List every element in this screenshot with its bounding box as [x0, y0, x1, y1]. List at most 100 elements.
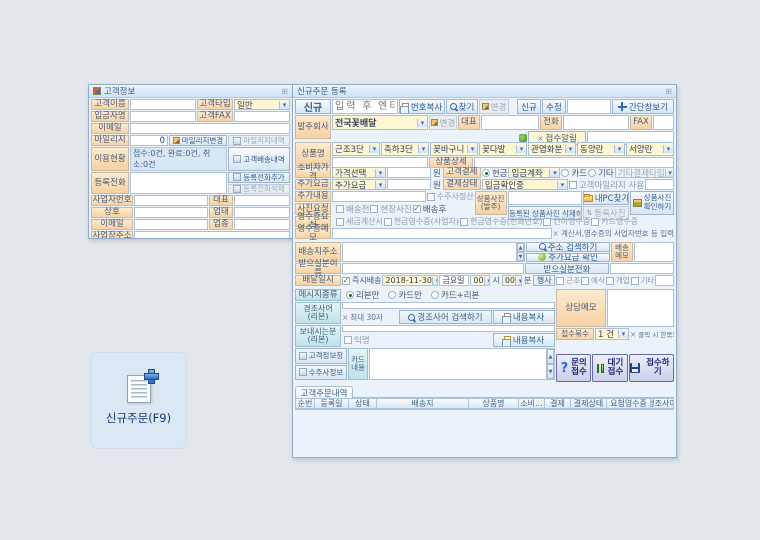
- col-receipt[interactable]: 요청영수증: [607, 398, 651, 409]
- product-select-7[interactable]: 서양란: [626, 142, 674, 156]
- col-destination[interactable]: 배송지: [377, 398, 469, 409]
- payment-status-select[interactable]: 입금확인중: [482, 179, 568, 190]
- recipient-phone-field[interactable]: [610, 263, 674, 274]
- new-order-launcher-button[interactable]: 신규주문(F9): [90, 352, 187, 449]
- event-wedding-checkbox[interactable]: 예식: [581, 275, 605, 286]
- find-button[interactable]: 찾기: [446, 99, 478, 114]
- customer-delivery-history-button[interactable]: 고객배송내역: [228, 147, 290, 171]
- product-select-4[interactable]: 꽃다발: [479, 142, 527, 156]
- email-field[interactable]: [130, 123, 290, 134]
- customer-name-field[interactable]: [130, 99, 196, 110]
- extra-charge-field[interactable]: [387, 179, 431, 190]
- hour-select[interactable]: 00: [470, 275, 490, 286]
- wait-button[interactable]: 대기 접수: [592, 354, 627, 382]
- customer-orders-tab[interactable]: 고객주문내역: [295, 386, 353, 398]
- product-select-2[interactable]: 축하3단: [381, 142, 429, 156]
- cash-receipt-biz-checkbox[interactable]: 현금영수증(사업자): [384, 216, 459, 227]
- phone-delete-button[interactable]: 등록전화삭제: [228, 184, 290, 195]
- change-button[interactable]: 변경: [479, 99, 509, 114]
- card-receipt-checkbox[interactable]: 카드영수증: [591, 216, 638, 227]
- event-button[interactable]: 행사: [533, 275, 555, 286]
- address-scrollbar[interactable]: ▲ ▼: [516, 243, 524, 261]
- mileage-use-field[interactable]: [645, 179, 674, 190]
- registered-phone-field[interactable]: [130, 172, 227, 194]
- delivery-date-select[interactable]: 2018-11-30: [382, 275, 438, 286]
- business-type-field[interactable]: [234, 207, 290, 218]
- fee-check-button[interactable]: 추가요금 확인: [526, 253, 610, 263]
- tax-invoice-checkbox[interactable]: 세금계산서: [336, 216, 383, 227]
- event-field[interactable]: [655, 275, 674, 286]
- business-category-field[interactable]: [234, 219, 290, 230]
- vendor-info-button[interactable]: 수주사정보: [295, 365, 347, 381]
- event-opening-checkbox[interactable]: 개업: [606, 275, 630, 286]
- order-table-body[interactable]: [295, 409, 674, 410]
- product-select-3[interactable]: 꽃바구니: [430, 142, 478, 156]
- extra-content-field[interactable]: [332, 191, 426, 202]
- orderer-tel-field[interactable]: [563, 115, 629, 130]
- col-condolence[interactable]: 경조사어: [651, 398, 674, 409]
- customer-info-window-button[interactable]: 고객정보창: [295, 348, 347, 364]
- extra-charge-select[interactable]: 추가요금: [332, 179, 386, 190]
- product-photo-field[interactable]: [508, 191, 582, 205]
- edit-button[interactable]: 수정: [542, 99, 566, 114]
- mileage-use-checkbox[interactable]: 고객마일리지 사용: [569, 179, 644, 190]
- customer-fax-field[interactable]: [234, 111, 290, 122]
- phone-add-button[interactable]: 등록전화추가: [228, 172, 290, 183]
- card-only-radio[interactable]: 카드만: [388, 289, 421, 301]
- depositor-field[interactable]: [130, 111, 196, 122]
- company-field[interactable]: [134, 207, 208, 218]
- copy-content-button[interactable]: 내용복사: [493, 310, 555, 324]
- etc-type-select[interactable]: 기타결제타입: [615, 167, 674, 178]
- price-field[interactable]: [387, 167, 431, 178]
- mileage-history-button[interactable]: 마일리지내역: [228, 135, 290, 146]
- mileage-field[interactable]: 0: [130, 135, 168, 146]
- col-consumer[interactable]: 소비...: [519, 398, 545, 409]
- address-search-button[interactable]: 주소 검색하기: [526, 242, 610, 252]
- new-small-button[interactable]: 신규: [517, 99, 541, 114]
- event-funeral-checkbox[interactable]: 근조: [556, 275, 580, 286]
- business-address-field[interactable]: [134, 231, 290, 239]
- delivery-memo-field[interactable]: [634, 242, 674, 262]
- card-content-field[interactable]: ▲ ▼: [369, 348, 555, 380]
- minute-select[interactable]: 00: [502, 275, 522, 286]
- copy-number-button[interactable]: 번호복사: [399, 99, 445, 114]
- product-select-5[interactable]: 관엽화분: [528, 142, 576, 156]
- etc-radio[interactable]: 기타: [588, 167, 614, 178]
- col-status[interactable]: 상태: [349, 398, 377, 409]
- new-big-button[interactable]: 신규: [295, 99, 331, 114]
- email2-field[interactable]: [134, 219, 208, 230]
- after-delivery-checkbox[interactable]: ✓배송후: [413, 203, 446, 215]
- card-radio[interactable]: 카드: [561, 167, 587, 178]
- counsel-memo-field[interactable]: [607, 289, 674, 327]
- dock-pin-icon[interactable]: ⊞: [281, 87, 288, 96]
- card-content-scrollbar[interactable]: ▲ ▼: [546, 349, 554, 379]
- simple-view-button[interactable]: 간단창보기: [612, 99, 674, 114]
- orderer-company-select[interactable]: 전국꽃배달: [332, 115, 428, 130]
- order-number-field[interactable]: [567, 99, 611, 114]
- col-payment[interactable]: 결제: [545, 398, 571, 409]
- condolence-search-button[interactable]: 경조사어 검색하기: [399, 310, 492, 324]
- business-number-field[interactable]: [134, 195, 208, 206]
- receipt-memo-field[interactable]: [332, 228, 552, 239]
- ribbon-only-radio[interactable]: 리본만: [346, 289, 379, 301]
- submit-button[interactable]: 접수하기: [629, 354, 674, 382]
- product-select-6[interactable]: 동양란: [577, 142, 625, 156]
- browse-pc-button[interactable]: 내PC찾기: [583, 191, 629, 205]
- sender-field[interactable]: [342, 325, 555, 332]
- customer-type-select[interactable]: 일반: [234, 99, 290, 110]
- cash-radio[interactable]: 현금: [482, 167, 508, 178]
- before-delivery-checkbox[interactable]: 배송전: [336, 203, 369, 215]
- col-product[interactable]: 상품명: [469, 398, 519, 409]
- col-seq[interactable]: 순번: [295, 398, 315, 409]
- col-reg-date[interactable]: 등록일: [315, 398, 349, 409]
- change2-button[interactable]: 변경: [429, 115, 457, 130]
- immediate-delivery-checkbox[interactable]: ✓즉시배송: [342, 275, 381, 286]
- copy-content2-button[interactable]: 내용복사: [493, 333, 555, 347]
- price-select[interactable]: 가격선택: [332, 167, 386, 178]
- settlement-checkbox[interactable]: 수주사정산: [427, 191, 474, 202]
- site-photo-checkbox[interactable]: 현장사진: [370, 203, 411, 215]
- card-ribbon-radio[interactable]: 카드+리본: [431, 289, 479, 301]
- confirm-photo-button[interactable]: 상품사진 확인하기: [630, 191, 674, 215]
- anonymous-checkbox[interactable]: 익명: [344, 333, 370, 347]
- mileage-change-button[interactable]: 마일리지변경: [169, 135, 227, 146]
